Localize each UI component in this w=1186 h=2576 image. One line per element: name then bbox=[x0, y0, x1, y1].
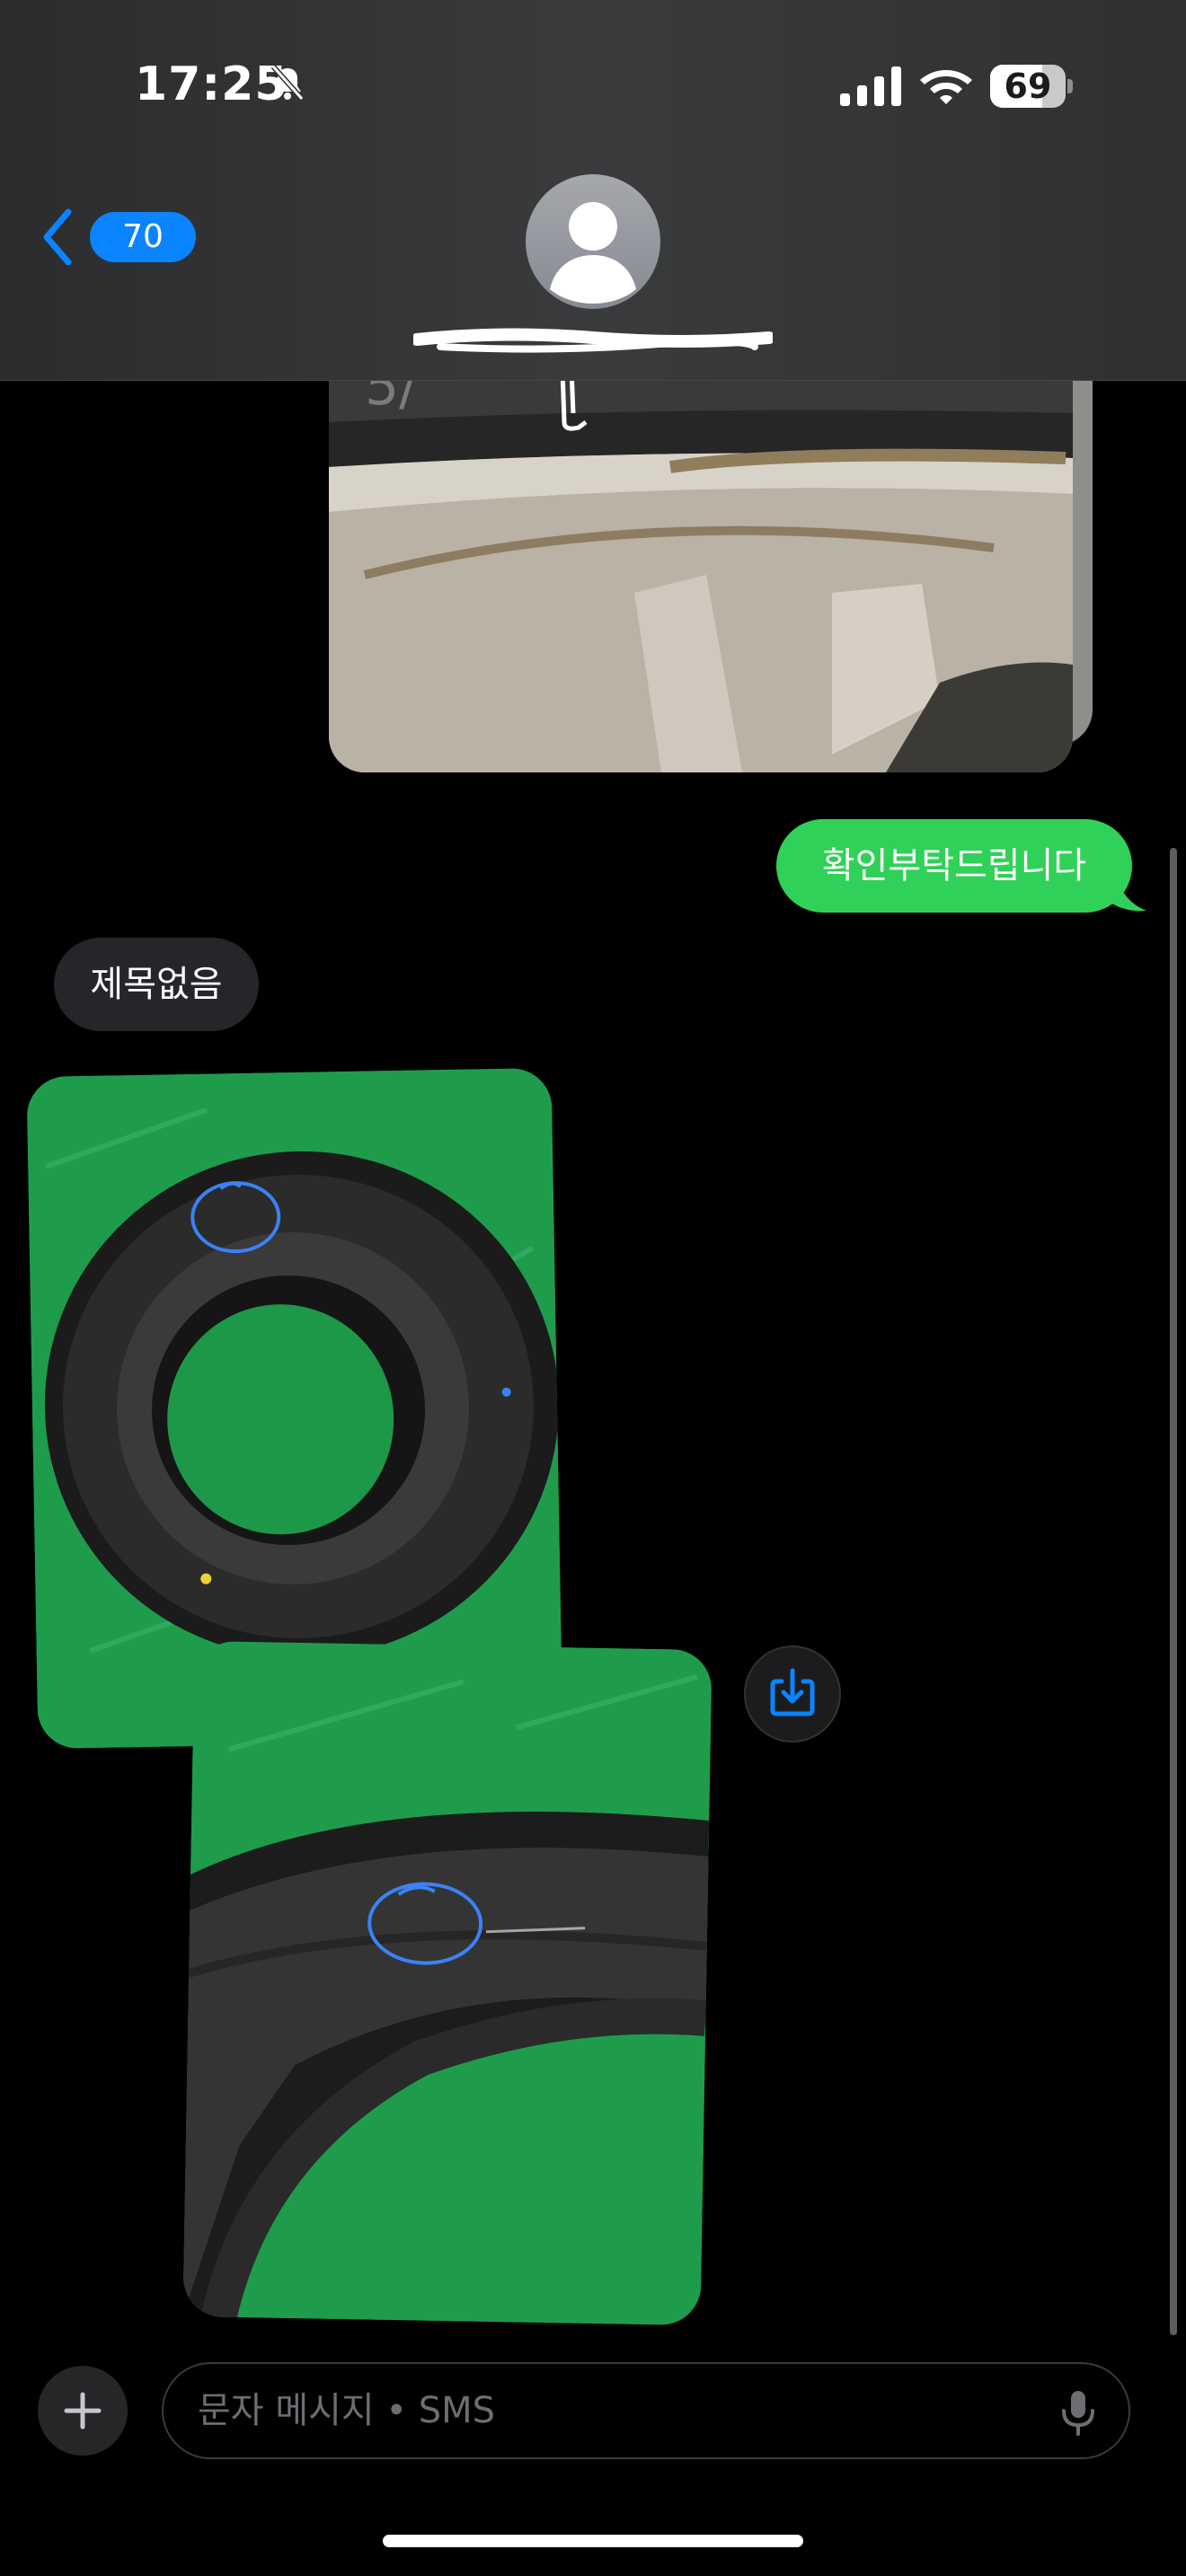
conversation-header: 17:25 69 70 bbox=[0, 0, 1186, 381]
chevron-left-icon bbox=[43, 208, 72, 266]
contact-name-redacted[interactable] bbox=[413, 325, 773, 357]
wheel-rim-image: 5/ bbox=[329, 359, 1073, 772]
contact-avatar[interactable] bbox=[526, 174, 660, 309]
download-tray-icon bbox=[770, 1668, 815, 1716]
status-time: 17:25 bbox=[135, 57, 288, 111]
sent-photo-stack[interactable]: 5/ bbox=[329, 359, 1093, 772]
person-silhouette-icon bbox=[550, 202, 636, 304]
add-attachment-button[interactable] bbox=[38, 2366, 128, 2456]
unread-count-badge: 70 bbox=[90, 212, 196, 262]
home-indicator[interactable] bbox=[383, 2535, 803, 2547]
scroll-indicator[interactable] bbox=[1170, 848, 1177, 2335]
message-input[interactable]: 문자 메시지 • SMS bbox=[162, 2362, 1130, 2459]
battery-level: 69 bbox=[1004, 66, 1052, 106]
cellular-signal-icon bbox=[840, 66, 901, 106]
plus-icon bbox=[64, 2392, 102, 2430]
tire-photo-2[interactable] bbox=[182, 1641, 712, 2325]
header-divider bbox=[0, 380, 1186, 381]
mic-icon[interactable] bbox=[1060, 2389, 1096, 2436]
save-photo-button[interactable] bbox=[744, 1645, 841, 1742]
message-input-placeholder: 문자 메시지 • SMS bbox=[198, 2390, 496, 2431]
wifi-icon bbox=[920, 70, 972, 104]
sent-bubble-tail bbox=[1107, 869, 1146, 912]
wheel-photo[interactable]: 5/ bbox=[329, 359, 1073, 772]
bell-slash-icon bbox=[270, 65, 305, 101]
received-message-bubble[interactable]: 제목없음 bbox=[54, 938, 259, 1031]
back-button[interactable]: 70 bbox=[40, 205, 196, 269]
sent-message-bubble[interactable]: 확인부탁드립니다 bbox=[776, 819, 1132, 913]
battery-indicator: 69 bbox=[990, 65, 1073, 108]
tire-dot-code-image bbox=[182, 1641, 712, 2325]
